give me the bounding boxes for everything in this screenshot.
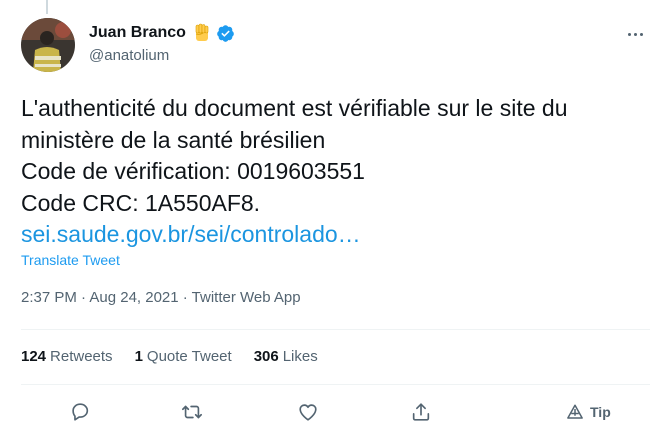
author-display-name[interactable]: Juan Branco [89,24,186,42]
author-handle[interactable]: @anatolium [89,47,235,64]
tweet-link[interactable]: sei.saude.gov.br/sei/controlado… [21,219,661,251]
quote-tweets-stat[interactable]: 1 Quote Tweet [135,348,232,365]
engagement-stats: 124 Retweets 1 Quote Tweet 306 Likes [21,348,340,365]
share-button[interactable] [410,395,432,429]
tweet-timestamp[interactable]: 2:37 PM · Aug 24, 2021 · Twitter Web App [21,289,301,306]
quote-tweets-count: 1 [134,348,143,365]
avatar[interactable] [21,18,75,72]
likes-stat[interactable]: 306 Likes [254,348,318,365]
tip-icon [567,404,583,419]
tweet-text-line: ministère de la santé brésilien [21,126,326,153]
share-icon [412,403,430,421]
tip-label: Tip [590,404,611,420]
reply-button[interactable] [69,395,91,429]
divider [21,384,650,385]
more-options-icon[interactable] [621,24,649,44]
tweet-text-line: Code CRC: 1A550AF8. [21,189,261,216]
raised-fist-emoji-icon [192,23,212,43]
likes-count: 306 [253,348,279,365]
tip-button[interactable]: Tip [566,395,611,429]
likes-label: Likes [282,348,318,365]
quote-tweets-label: Quote Tweet [146,348,232,365]
tweet-text: L'authenticité du document est vérifiabl… [21,93,661,251]
thread-connector-line [46,0,48,14]
retweet-icon [182,405,202,419]
verified-badge-icon [216,24,235,43]
tweet-detail: Juan Branco @anatolium L'authenticité du… [0,0,671,435]
tweet-text-line: L'authenticité du document est vérifiabl… [21,95,568,121]
retweet-button[interactable] [180,395,204,429]
translate-tweet-link[interactable]: Translate Tweet [21,252,120,268]
retweets-stat[interactable]: 124 Retweets [21,348,113,365]
tweet-text-line: Code de vérification: 0019603551 [21,158,365,184]
divider [21,329,650,330]
avatar-image [21,18,75,72]
reply-icon [72,403,89,421]
retweets-count: 124 [21,348,47,365]
action-bar: Tip [0,395,671,429]
retweets-label: Retweets [50,348,113,365]
heart-icon [299,404,317,421]
like-button[interactable] [297,395,319,429]
